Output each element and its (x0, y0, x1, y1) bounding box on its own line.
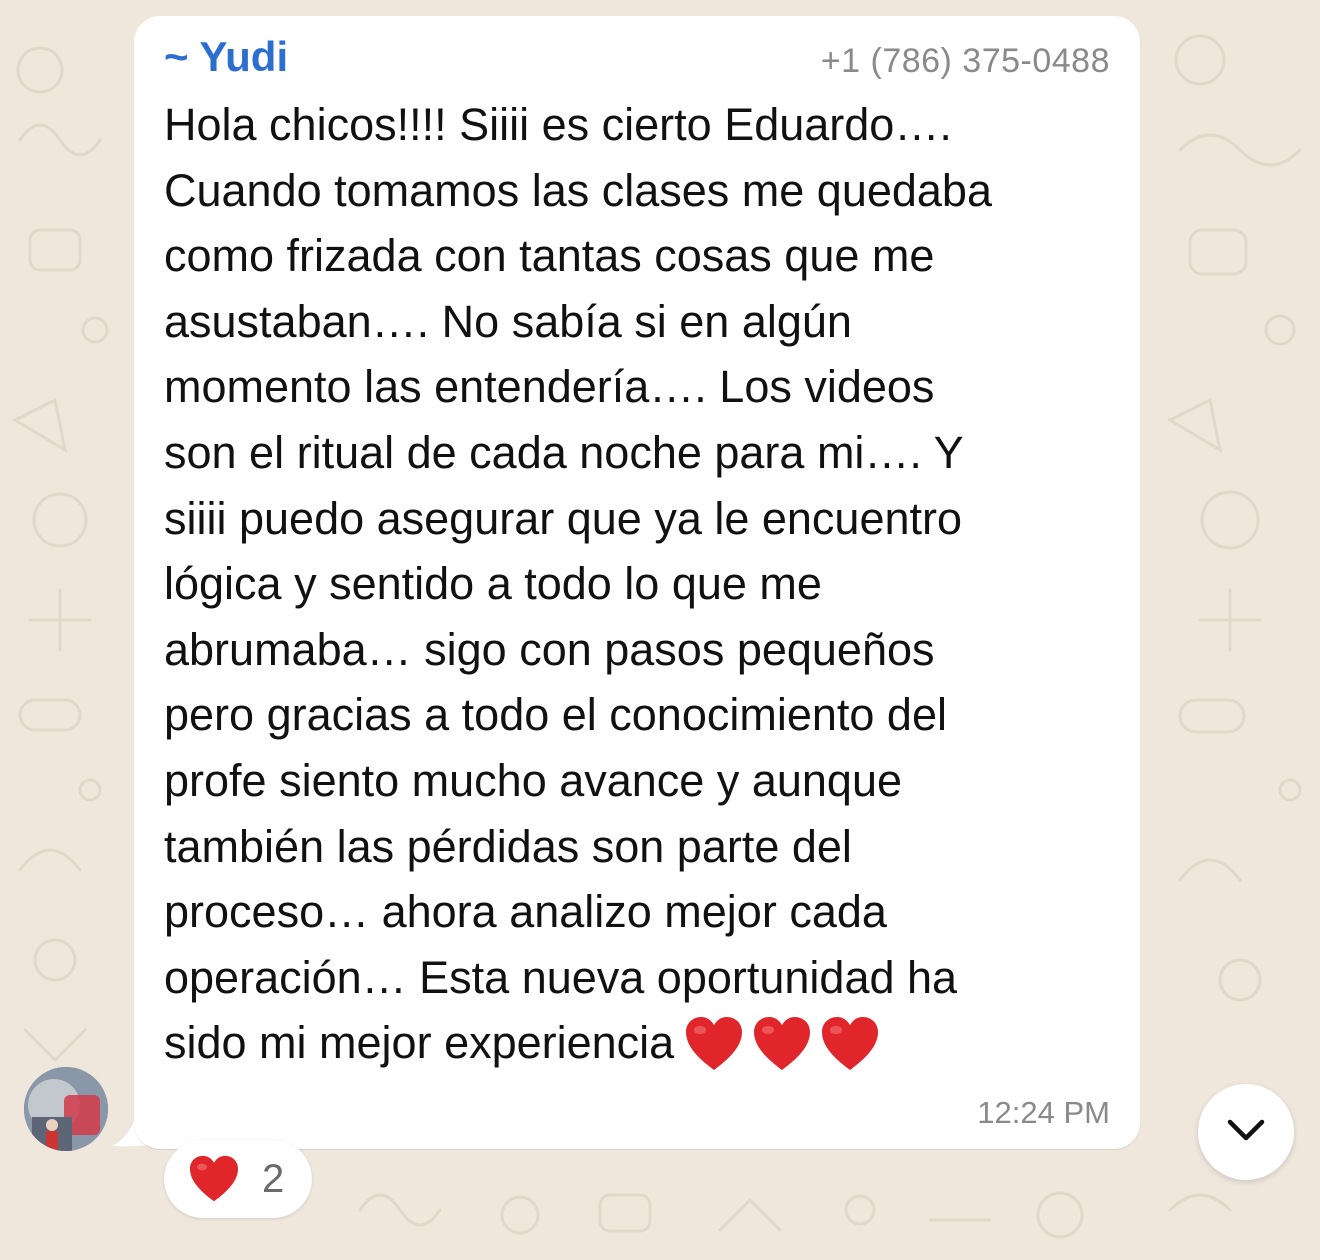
message-line: Cuando tomamos las clases me quedaba (164, 164, 992, 216)
reaction-pill[interactable]: 2 (164, 1140, 312, 1218)
message-line: Hola chicos!!!! Siiii es cierto Eduardo…… (164, 99, 952, 150)
message-timestamp: 12:24 PM (977, 1095, 1110, 1130)
message-line: momento las entendería…. Los videos (164, 361, 935, 413)
group-avatar-icon (24, 1067, 108, 1151)
message-line: también las pérdidas son parte del (164, 820, 852, 872)
sender-avatar[interactable] (24, 1067, 108, 1151)
message-line: sido mi mejor experiencia (164, 1017, 675, 1069)
message-line: operación… Esta nueva oportunidad ha (164, 951, 958, 1003)
sender-phone[interactable]: +1 (786) 375-0488 (821, 41, 1110, 81)
message-line: profe siento mucho avance y aunque (164, 754, 902, 806)
message-line: proceso… ahora analizo mejor cada (164, 886, 887, 938)
chevron-down-icon (1227, 1119, 1265, 1141)
message-line: son el ritual de cada noche para mi…. Y (164, 426, 964, 478)
message-line: como frizada con tantas cosas que me (164, 230, 935, 282)
red-heart-icon (822, 1017, 879, 1071)
message-bubble[interactable]: ~ Yudi +1 (786) 375-0488 Hola chicos!!!!… (134, 16, 1140, 1149)
message-line: asustaban…. No sabía si en algún (164, 295, 852, 347)
message-text: Hola chicos!!!! Siiii es cierto Eduardo…… (164, 92, 1114, 1090)
message-line: abrumaba… sigo con pasos pequeños (164, 623, 935, 675)
message-line: lógica y sentido a todo lo que me (164, 558, 822, 610)
message-line: pero gracias a todo el conocimiento del (164, 689, 947, 741)
red-heart-icon (190, 1155, 238, 1202)
scroll-to-bottom-button[interactable] (1198, 1084, 1294, 1180)
sender-name[interactable]: ~ Yudi (164, 34, 288, 80)
reaction-count: 2 (262, 1157, 285, 1201)
heart-emoji-group (684, 1016, 888, 1090)
message-line: siiii puedo asegurar que ya le encuentro (164, 492, 963, 544)
red-heart-icon (686, 1017, 743, 1071)
red-heart-icon (754, 1017, 811, 1071)
